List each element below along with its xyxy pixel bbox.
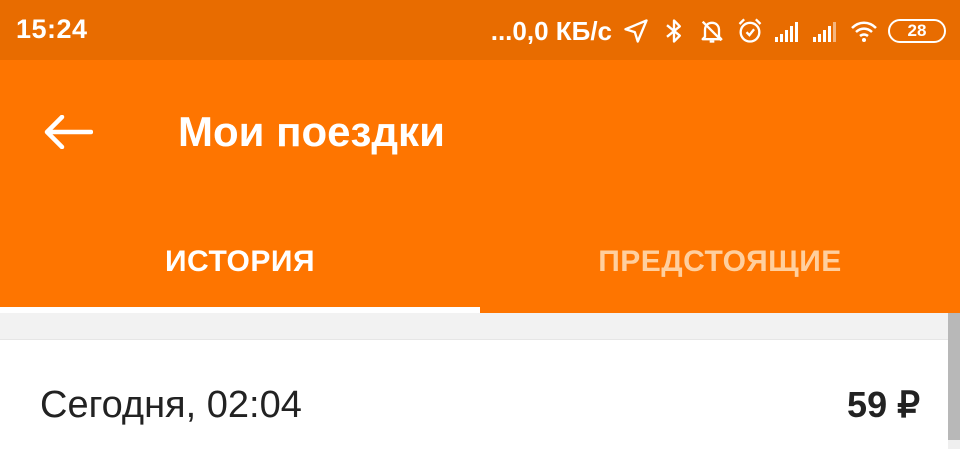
signal-icon — [774, 17, 802, 45]
bluetooth-icon — [660, 17, 688, 45]
trip-list-item[interactable]: Сегодня, 02:04 59 ₽ — [0, 339, 948, 449]
tab-history[interactable]: ИСТОРИЯ — [0, 210, 480, 313]
battery-icon: 28 — [888, 19, 946, 43]
app-bar: Мои поездки ИСТОРИЯ ПРЕДСТОЯЩИЕ — [0, 60, 960, 313]
trip-price: 59 ₽ — [847, 384, 920, 425]
page-title: Мои поездки — [178, 108, 445, 155]
location-icon — [622, 17, 650, 45]
alarm-icon — [736, 17, 764, 45]
status-icons: ...0,0 КБ/с 28 — [491, 12, 946, 50]
trip-date: Сегодня, 02:04 — [40, 384, 302, 426]
signal-icon — [812, 17, 840, 45]
tab-upcoming-label: ПРЕДСТОЯЩИЕ — [598, 244, 842, 278]
battery-level: 28 — [907, 21, 927, 40]
scrollbar[interactable] — [948, 313, 960, 440]
arrow-left-icon — [44, 115, 93, 149]
back-button[interactable] — [36, 104, 100, 160]
status-bar: 15:24 ...0,0 КБ/с 28 — [0, 0, 960, 60]
network-speed: ...0,0 КБ/с — [490, 15, 612, 46]
wifi-icon — [850, 17, 878, 45]
status-time: 15:24 — [16, 14, 88, 44]
list-top-gap — [0, 313, 948, 339]
tab-history-label: ИСТОРИЯ — [164, 244, 316, 278]
mute-bell-icon — [698, 17, 726, 45]
tab-upcoming[interactable]: ПРЕДСТОЯЩИЕ — [480, 210, 960, 313]
